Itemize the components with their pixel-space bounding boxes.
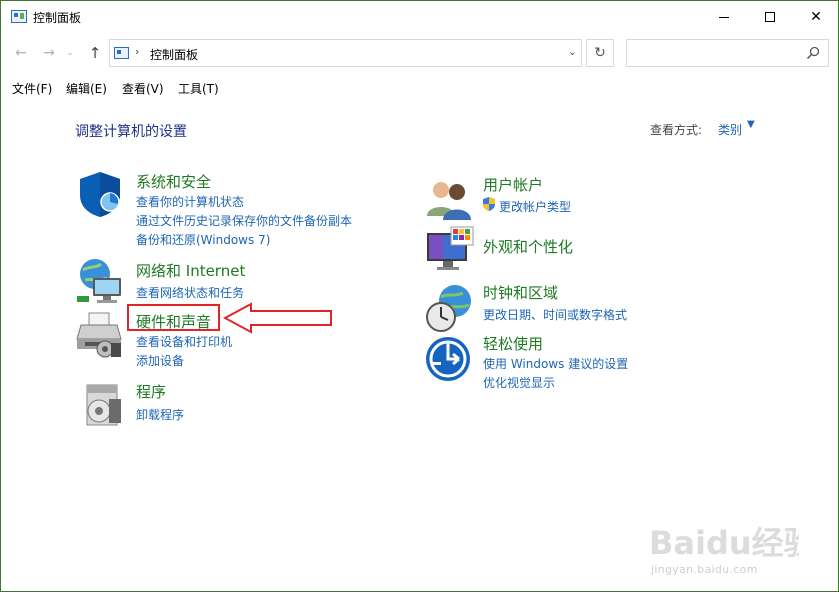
forward-button[interactable]: → <box>39 43 59 63</box>
up-button[interactable]: ↑ <box>85 43 105 63</box>
view-by-dropdown[interactable]: 类别 <box>718 121 742 138</box>
menu-bar: 文件(F) 编辑(E) 查看(V) 工具(T) <box>1 77 838 97</box>
title-bar: 控制面板 ✕ <box>1 1 838 33</box>
link-add-device[interactable]: 添加设备 <box>136 352 184 369</box>
close-button[interactable]: ✕ <box>793 1 839 33</box>
chevron-down-icon: ⌄ <box>66 48 74 58</box>
minimize-button[interactable] <box>701 1 747 33</box>
link-windows-recommended-settings[interactable]: 使用 Windows 建议的设置 <box>483 355 628 372</box>
refresh-button[interactable]: ↻ <box>586 39 614 67</box>
breadcrumb-separator-icon: › <box>135 45 140 58</box>
breadcrumb-control-panel[interactable]: 控制面板 <box>150 46 198 63</box>
control-panel-icon <box>114 47 129 59</box>
menu-file[interactable]: 文件(F) <box>12 80 52 97</box>
control-panel-icon <box>11 10 27 23</box>
menu-tools[interactable]: 工具(T) <box>178 80 219 97</box>
menu-view[interactable]: 查看(V) <box>122 80 164 97</box>
watermark-url: jingyan.baidu.com <box>651 563 758 576</box>
back-button[interactable]: ← <box>11 43 31 63</box>
navigation-bar: ← → ⌄ ↑ › 控制面板 ⌄ ↻ <box>1 37 838 69</box>
address-bar[interactable]: › 控制面板 ⌄ <box>109 39 582 67</box>
uac-shield-icon <box>483 197 495 211</box>
link-backup-restore[interactable]: 备份和还原(Windows 7) <box>136 231 270 248</box>
search-input[interactable] <box>626 39 829 67</box>
view-by-label: 查看方式: <box>650 123 703 137</box>
search-icon <box>806 46 820 60</box>
up-arrow-icon: ↑ <box>88 44 102 62</box>
minimize-icon <box>719 16 729 18</box>
back-arrow-icon: ← <box>15 45 27 61</box>
category-appearance-personalization[interactable]: 外观和个性化 <box>483 236 573 257</box>
watermark-logo: Baidu经验 <box>649 524 799 562</box>
category-network-internet[interactable]: 网络和 Internet <box>136 260 245 281</box>
maximize-button[interactable] <box>747 1 793 33</box>
menu-edit[interactable]: 编辑(E) <box>66 80 107 97</box>
page-title: 调整计算机的设置 <box>75 124 187 140</box>
link-devices-printers[interactable]: 查看设备和打印机 <box>136 333 232 350</box>
link-change-account-type[interactable]: 更改帐户类型 <box>499 198 571 215</box>
ease-of-access-icon[interactable] <box>425 334 475 384</box>
recent-locations-button[interactable]: ⌄ <box>63 43 77 63</box>
appearance-icon[interactable] <box>425 225 475 275</box>
programs-icon[interactable] <box>79 379 129 429</box>
network-icon[interactable] <box>75 256 125 306</box>
refresh-icon: ↻ <box>594 45 606 61</box>
printer-icon[interactable] <box>75 309 125 359</box>
control-panel-window: 控制面板 ✕ ← → ⌄ ↑ › 控制面板 ⌄ ↻ 文件(F) 编辑(E) 查看… <box>0 0 839 592</box>
caret-down-icon[interactable]: ▼ <box>747 119 755 130</box>
category-system-security[interactable]: 系统和安全 <box>136 171 211 192</box>
shield-icon[interactable] <box>75 169 125 219</box>
category-clock-region[interactable]: 时钟和区域 <box>483 282 558 303</box>
highlight-annotation-box <box>127 304 220 331</box>
address-dropdown-icon[interactable]: ⌄ <box>568 45 577 58</box>
maximize-icon <box>765 12 775 22</box>
link-uninstall-program[interactable]: 卸载程序 <box>136 406 184 423</box>
red-arrow-annotation-icon <box>223 302 332 334</box>
clock-icon[interactable] <box>425 283 475 333</box>
forward-arrow-icon: → <box>43 45 55 61</box>
close-icon: ✕ <box>810 9 822 25</box>
link-file-history-backup[interactable]: 通过文件历史记录保存你的文件备份副本 <box>136 212 352 229</box>
link-network-status[interactable]: 查看网络状态和任务 <box>136 284 244 301</box>
link-optimize-visual-display[interactable]: 优化视觉显示 <box>483 374 555 391</box>
link-change-date-time-format[interactable]: 更改日期、时间或数字格式 <box>483 306 627 323</box>
category-programs[interactable]: 程序 <box>136 381 166 402</box>
category-user-accounts[interactable]: 用户帐户 <box>483 174 543 195</box>
window-title: 控制面板 <box>33 11 82 25</box>
users-icon[interactable] <box>425 176 475 226</box>
category-ease-of-access[interactable]: 轻松使用 <box>483 333 543 354</box>
link-view-computer-status[interactable]: 查看你的计算机状态 <box>136 193 244 210</box>
